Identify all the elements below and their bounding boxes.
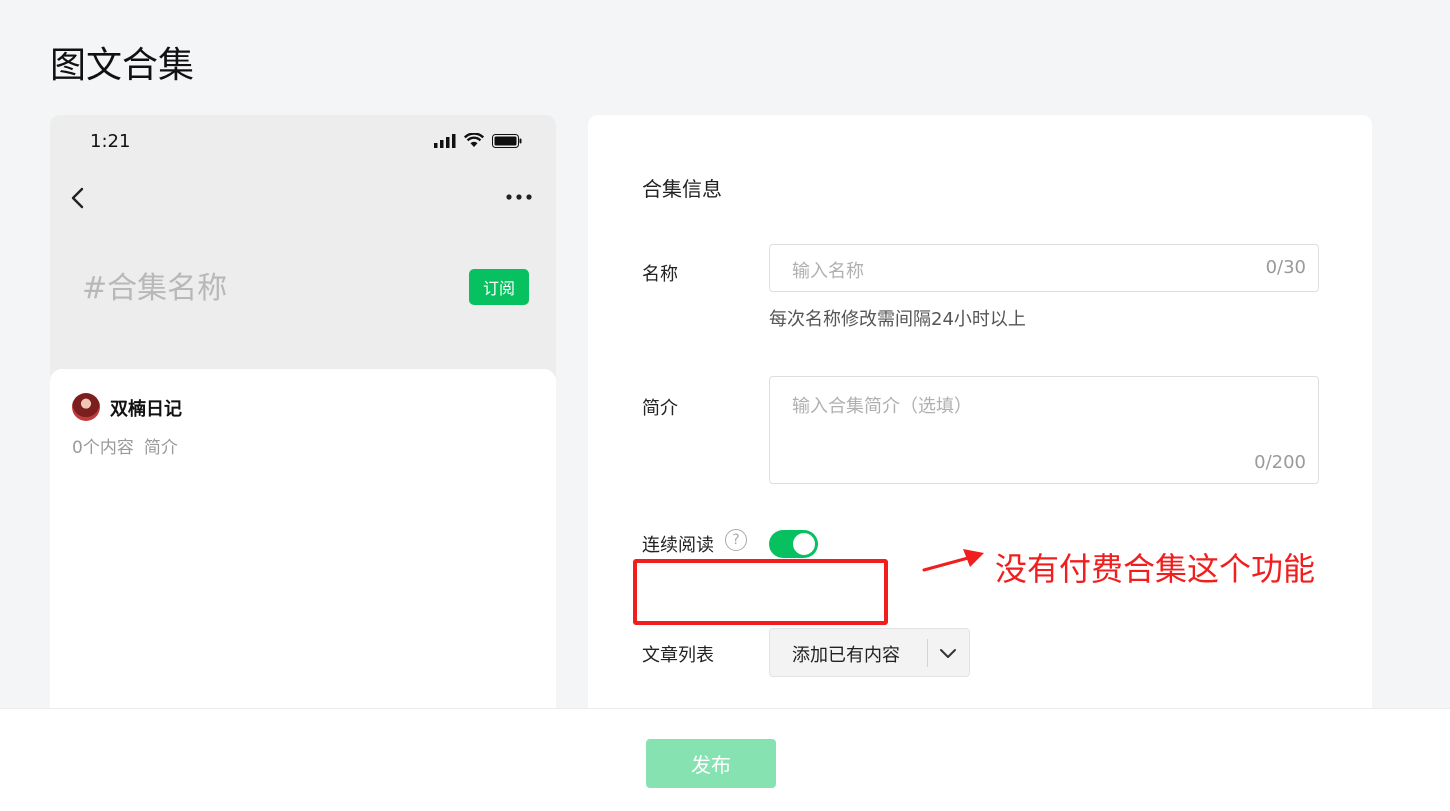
phone-preview: 1:21 #合集名称 订阅 双楠日记 0个内容 简介: [50, 115, 556, 715]
author-name: 双楠日记: [110, 399, 182, 420]
collection-meta: 0个内容 简介: [72, 433, 178, 458]
battery-icon: [492, 134, 522, 148]
collection-name-preview: #合集名称: [82, 271, 228, 306]
status-time: 1:21: [90, 131, 131, 152]
intro-placeholder: 输入合集简介（选填）: [792, 396, 972, 417]
name-counter: 0/30: [1265, 257, 1306, 278]
add-existing-content-button[interactable]: 添加已有内容: [769, 628, 970, 677]
name-placeholder: 输入名称: [792, 261, 864, 282]
page-title: 图文合集: [50, 45, 195, 86]
toggle-knob: [793, 533, 815, 555]
intro-textarea[interactable]: 输入合集简介（选填） 0/200: [769, 376, 1319, 484]
section-title: 合集信息: [642, 177, 722, 201]
signal-icon: [434, 134, 456, 148]
intro-label: 简介: [642, 398, 678, 419]
footer-bar: 发布: [0, 708, 1450, 811]
annotation-note: 没有付费合集这个功能: [995, 550, 1316, 588]
wifi-icon: [464, 133, 484, 147]
intro-counter: 0/200: [1254, 452, 1306, 473]
continuous-reading-toggle[interactable]: [769, 530, 818, 558]
select-divider: [927, 639, 928, 667]
preview-content: 双楠日记 0个内容 简介: [50, 369, 556, 715]
article-list-label: 文章列表: [642, 645, 714, 666]
content-count: 0个内容: [72, 438, 134, 458]
name-hint: 每次名称修改需间隔24小时以上: [769, 309, 1026, 330]
back-icon[interactable]: [68, 183, 90, 213]
collection-info-card: 合集信息 名称 输入名称 0/30 每次名称修改需间隔24小时以上 简介 输入合…: [588, 115, 1372, 735]
help-icon[interactable]: ?: [725, 529, 747, 551]
intro-preview: 简介: [143, 438, 178, 458]
annotation-arrow-icon: [922, 549, 984, 572]
more-icon[interactable]: [504, 187, 534, 207]
avatar: [72, 393, 100, 421]
status-icons: [434, 133, 522, 148]
subscribe-button[interactable]: 订阅: [469, 269, 529, 305]
name-input[interactable]: 输入名称 0/30: [769, 244, 1319, 292]
annotation-box: [633, 559, 888, 625]
add-existing-content-label: 添加已有内容: [792, 645, 900, 666]
continuous-reading-label: 连续阅读: [642, 535, 714, 556]
publish-button[interactable]: 发布: [646, 739, 776, 788]
name-label: 名称: [642, 264, 678, 285]
chevron-down-icon[interactable]: [938, 645, 958, 661]
